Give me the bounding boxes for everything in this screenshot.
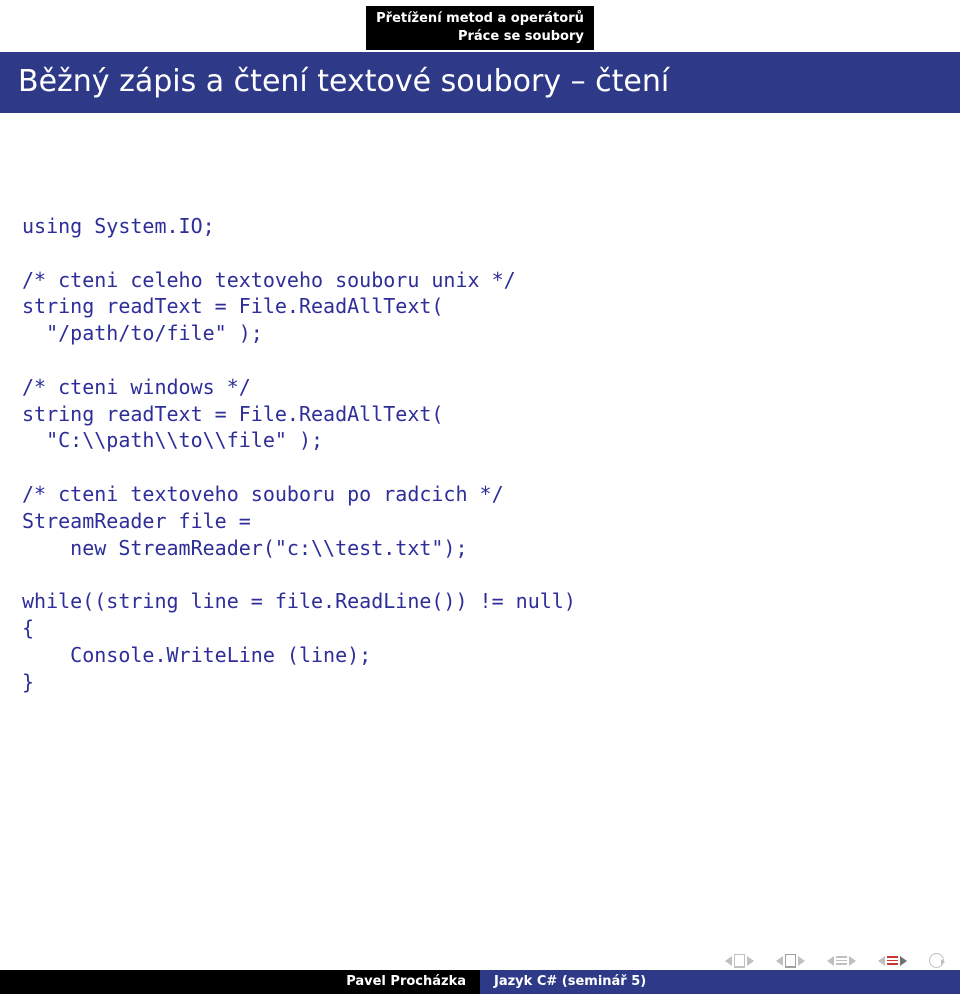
triangle-right-icon — [900, 956, 907, 966]
footer-subject: Jazyk C# (seminář 5) — [480, 970, 960, 994]
footer: Pavel Procházka Jazyk C# (seminář 5) — [0, 970, 960, 994]
breadcrumb-line-1: Přetížení metod a operátorů — [376, 10, 584, 28]
section-icon — [785, 954, 796, 968]
triangle-right-icon — [747, 956, 754, 966]
triangle-left-icon — [878, 956, 885, 966]
nav-back-forward[interactable] — [929, 953, 944, 968]
nav-controls — [725, 953, 944, 968]
triangle-right-icon — [798, 956, 805, 966]
nav-section[interactable] — [776, 954, 805, 968]
triangle-left-icon — [776, 956, 783, 966]
circle-arrow-icon — [929, 953, 944, 968]
slide-content: using System.IO; /* cteni celeho textove… — [0, 113, 960, 695]
nav-frame[interactable] — [878, 956, 907, 966]
nav-first[interactable] — [725, 954, 754, 968]
breadcrumb: Přetížení metod a operátorů Práce se sou… — [366, 6, 594, 50]
page-icon — [734, 954, 745, 968]
triangle-left-icon — [827, 956, 834, 966]
nav-subsection[interactable] — [827, 956, 856, 966]
lines-icon — [887, 956, 898, 965]
page-title: Běžný zápis a čtení textové soubory – čt… — [0, 52, 960, 113]
lines-icon — [836, 956, 847, 965]
triangle-left-icon — [725, 956, 732, 966]
breadcrumb-line-2: Práce se soubory — [376, 28, 584, 46]
code-block: using System.IO; /* cteni celeho textove… — [22, 213, 938, 695]
triangle-right-icon — [849, 956, 856, 966]
footer-author: Pavel Procházka — [0, 970, 480, 994]
